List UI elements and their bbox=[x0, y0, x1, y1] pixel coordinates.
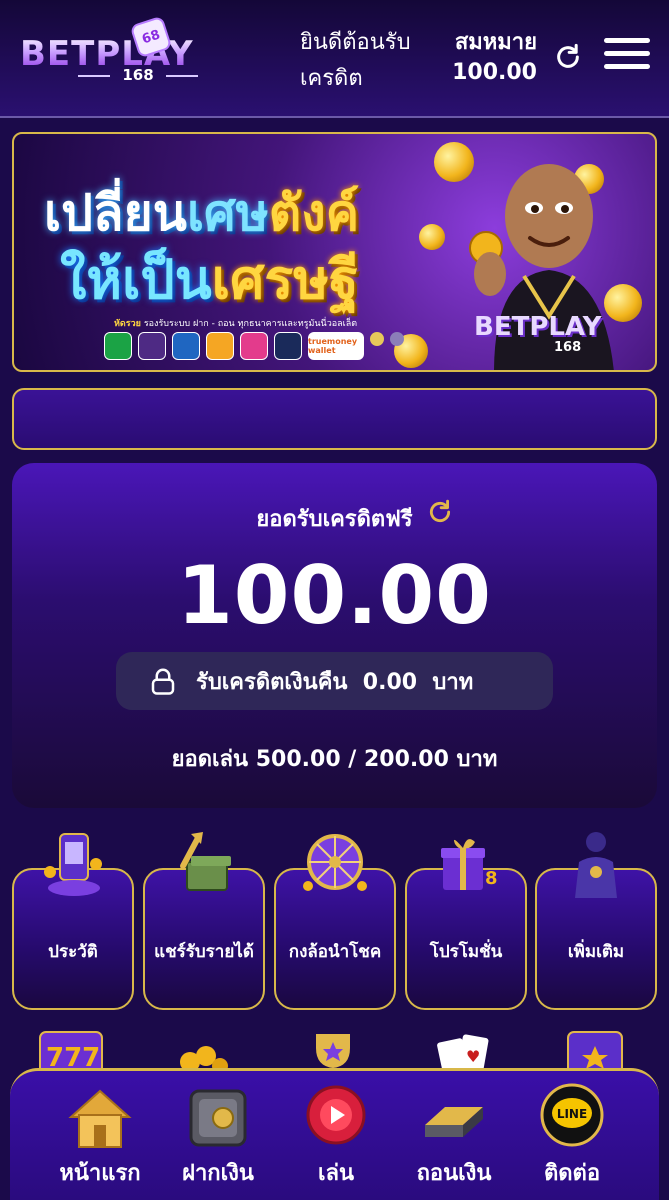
balance-value: 100.00 bbox=[452, 60, 537, 85]
top-header: BETPLAY 68 168 ยินดีต้อนรับ เครดิต สมหมา… bbox=[0, 0, 669, 118]
banner-note: หัดรวย รองรับระบบ ฝาก - ถอน ทุกธนาคารและ… bbox=[114, 319, 358, 329]
promo-banner[interactable]: เปลี่ยนเศษตังค์ ให้เป็นเศรษฐี หัดรวย รอง… bbox=[12, 132, 657, 372]
tile-more[interactable]: เพิ่มเติม bbox=[535, 828, 657, 1012]
tile-label: เพิ่มเติม bbox=[567, 942, 625, 962]
bank-krungsri-icon bbox=[206, 332, 234, 360]
carousel-dot[interactable] bbox=[390, 332, 404, 346]
truemoney-logo: truemoney wallet bbox=[308, 332, 364, 360]
banner-headline-2: ให้เป็นเศรษฐี bbox=[60, 248, 359, 311]
cashback-button[interactable]: รับเครดิตเงินคืน 0.00 บาท bbox=[116, 652, 553, 710]
refresh-icon[interactable] bbox=[427, 499, 453, 525]
nav-play[interactable]: เล่น bbox=[276, 1071, 396, 1200]
bottom-navigation: หน้าแรก ฝากเงิน เล่น ถอนเงิน LINE ติดต่อ bbox=[10, 1068, 659, 1200]
cashback-text: รับเครดิตเงินคืน 0.00 บาท bbox=[196, 669, 474, 695]
credit-label: เครดิต bbox=[300, 66, 363, 91]
safe-icon bbox=[189, 1089, 247, 1147]
tile-promotion[interactable]: 8 โปรโมชั่น bbox=[405, 828, 527, 1012]
bank-ttb-icon bbox=[274, 332, 302, 360]
logo-sub: 168 bbox=[78, 66, 198, 84]
lock-icon bbox=[151, 668, 175, 695]
bank-kbank-icon bbox=[104, 332, 132, 360]
tile-label: โปรโมชั่น bbox=[429, 942, 503, 962]
banner-logo: BETPLAY bbox=[474, 312, 602, 342]
nav-label: เล่น bbox=[317, 1161, 355, 1186]
tile-label: แชร์รับรายได้ bbox=[154, 942, 254, 962]
tile-label: กงล้อนำโชค bbox=[288, 942, 382, 962]
nav-label: หน้าแรก bbox=[59, 1161, 141, 1186]
svg-text:8: 8 bbox=[485, 868, 498, 889]
nav-label: ถอนเงิน bbox=[416, 1161, 492, 1186]
more-character-icon bbox=[575, 832, 617, 898]
coin-icon bbox=[419, 224, 445, 250]
bank-ktb-icon bbox=[172, 332, 200, 360]
history-phone-icon bbox=[44, 833, 102, 896]
hamburger-menu-icon[interactable] bbox=[604, 38, 650, 76]
svg-text:♥: ♥ bbox=[466, 1047, 480, 1066]
nav-withdraw[interactable]: ถอนเงิน bbox=[394, 1071, 514, 1200]
svg-text:LINE: LINE bbox=[557, 1107, 587, 1121]
announcement-bar bbox=[12, 388, 657, 450]
play-button-icon bbox=[306, 1085, 366, 1145]
nav-label: ติดต่อ bbox=[543, 1161, 601, 1186]
nav-contact[interactable]: LINE ติดต่อ bbox=[512, 1071, 632, 1200]
gold-bar-icon bbox=[425, 1107, 483, 1137]
lucky-wheel-icon bbox=[303, 834, 367, 891]
tile-history[interactable]: ประวัติ bbox=[12, 828, 134, 1012]
tile-label: ประวัติ bbox=[48, 942, 98, 962]
nav-deposit[interactable]: ฝากเงิน bbox=[158, 1071, 278, 1200]
turnover-text: ยอดเล่น 500.00 / 200.00 บาท bbox=[171, 747, 498, 772]
refresh-icon[interactable] bbox=[554, 43, 582, 71]
betplay-logo[interactable]: BETPLAY 68 168 bbox=[20, 15, 215, 84]
tile-share[interactable]: แชร์รับรายได้ bbox=[143, 828, 265, 1012]
banner-logo-sub: 168 bbox=[554, 340, 582, 355]
tile-lucky-wheel[interactable]: กงล้อนำโชค bbox=[274, 828, 396, 1012]
nav-home[interactable]: หน้าแรก bbox=[40, 1071, 160, 1200]
bank-gsb-icon bbox=[240, 332, 268, 360]
line-icon: LINE bbox=[540, 1083, 604, 1147]
free-credit-card: ยอดรับเครดิตฟรี 100.00 รับเครดิตเงินคืน … bbox=[12, 463, 657, 808]
feature-tiles: ประวัติ แชร์รับรายได้ กงล้อนำโชค 8 โปรโม… bbox=[12, 828, 657, 1012]
username: สมหมาย bbox=[454, 30, 537, 55]
home-icon bbox=[68, 1089, 132, 1148]
nav-label: ฝากเงิน bbox=[182, 1161, 254, 1186]
welcome-label: ยินดีต้อนรับ bbox=[300, 30, 411, 55]
gift-box-icon: 8 bbox=[441, 839, 498, 890]
bank-scb-icon bbox=[138, 332, 166, 360]
bank-logos: truemoney wallet bbox=[104, 332, 364, 360]
money-stack-arrow-icon bbox=[180, 832, 231, 891]
carousel-dot-active[interactable] bbox=[370, 332, 384, 346]
free-credit-amount: 100.00 bbox=[177, 549, 492, 642]
free-credit-title: ยอดรับเครดิตฟรี bbox=[256, 507, 413, 532]
